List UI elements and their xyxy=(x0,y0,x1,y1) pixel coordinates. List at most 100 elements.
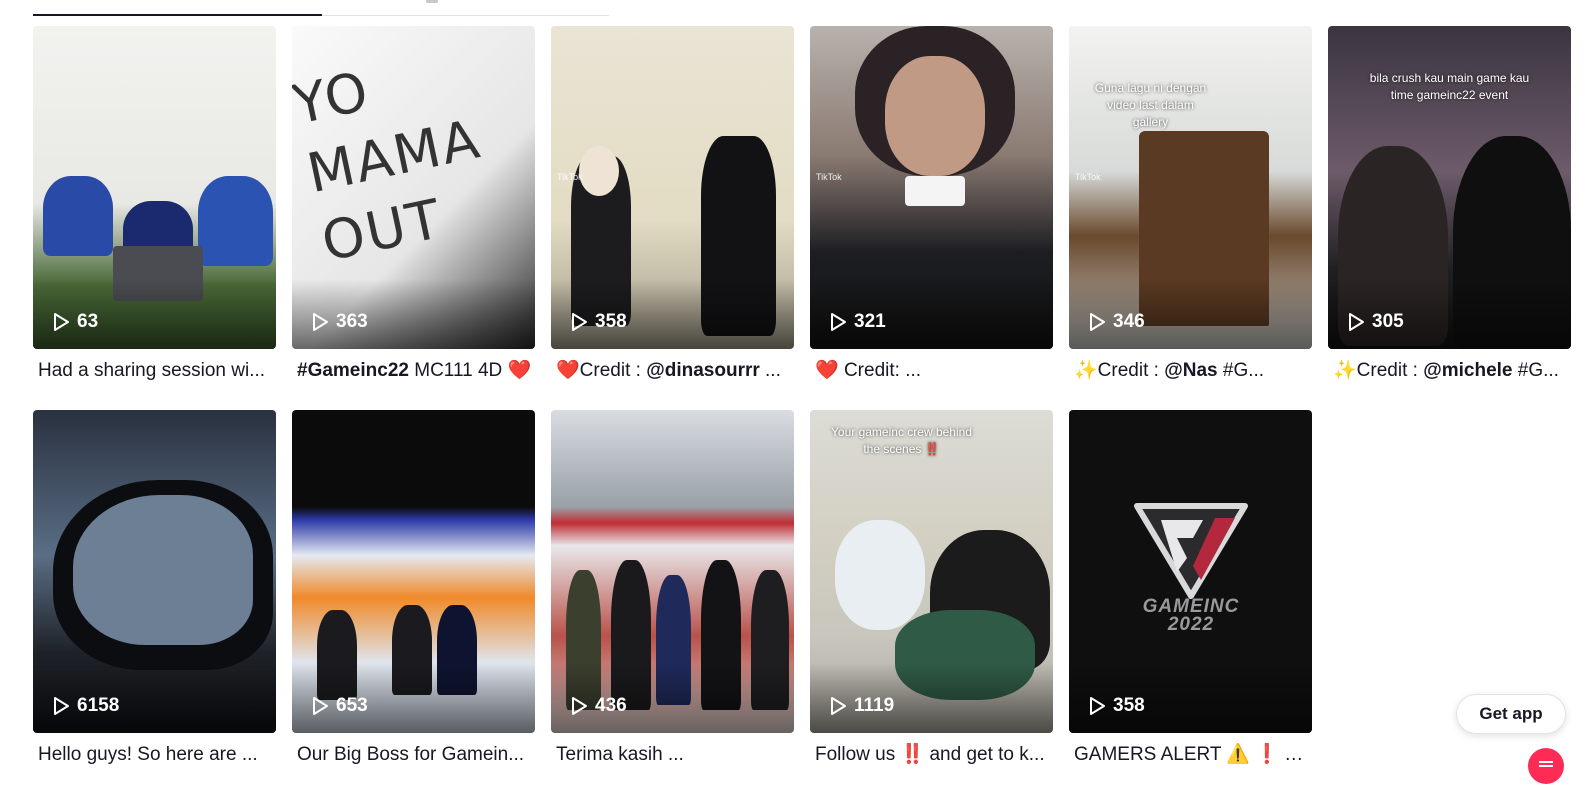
video-card[interactable]: 653 Our Big Boss for Gamein... xyxy=(292,410,535,767)
caption-text-tail: #G... xyxy=(1512,360,1559,381)
view-count: 363 xyxy=(310,311,368,333)
tab-videos-active-indicator[interactable] xyxy=(33,14,322,16)
video-card[interactable]: GAMEINC 2022 358 GAMERS ALERT ⚠️ ❗ #... xyxy=(1069,410,1312,767)
sparkles-icon: ✨ xyxy=(1333,360,1357,381)
caption-text: Follow us ‼️ and get to k... xyxy=(815,744,1045,765)
play-icon xyxy=(54,697,69,715)
play-icon xyxy=(1349,313,1364,331)
video-card[interactable]: TikTok 358 ❤️Credit : @dinasourrr ... xyxy=(551,26,794,383)
video-card[interactable]: 63 Had a sharing session wi... xyxy=(33,26,276,383)
video-thumbnail[interactable]: bila crush kau main game kau time gamein… xyxy=(1328,26,1571,349)
video-caption[interactable]: ❤️ Credit: ... xyxy=(810,359,1051,383)
caption-mention[interactable]: @dinasourrr xyxy=(646,360,760,381)
video-thumbnail[interactable]: TikTok 358 xyxy=(551,26,794,349)
play-icon xyxy=(831,697,846,715)
caption-text-tail: #G... xyxy=(1217,360,1265,381)
video-caption[interactable]: Our Big Boss for Gamein... xyxy=(292,743,533,767)
caption-text: Credit : xyxy=(579,360,647,381)
view-count-value: 363 xyxy=(336,311,368,332)
video-caption[interactable]: Hello guys! So here are ... xyxy=(33,743,274,767)
video-thumbnail[interactable]: Guna lagu ni dengan video last dalam gal… xyxy=(1069,26,1312,349)
tab-liked-icon[interactable] xyxy=(426,0,438,3)
view-count-value: 653 xyxy=(336,695,368,716)
caption-text: Our Big Boss for Gamein... xyxy=(297,744,525,765)
view-count-value: 436 xyxy=(595,695,627,716)
view-count: 63 xyxy=(51,311,98,333)
heart-icon: ❤️ xyxy=(815,360,839,381)
get-app-label: Get app xyxy=(1479,704,1543,723)
video-caption[interactable]: ✨Credit : @Nas #G... xyxy=(1069,359,1310,383)
view-count: 653 xyxy=(310,695,368,717)
tiktok-watermark: TikTok xyxy=(557,172,583,182)
video-thumbnail[interactable]: 63 xyxy=(33,26,276,349)
view-count: 358 xyxy=(569,311,627,333)
sparkles-icon: ✨ xyxy=(1074,360,1098,381)
tiktok-watermark: TikTok xyxy=(816,172,842,182)
caption-text-tail: ... xyxy=(759,360,781,381)
view-count-value: 346 xyxy=(1113,311,1145,332)
video-caption[interactable]: ✨Credit : @michele #G... xyxy=(1328,359,1563,383)
video-caption[interactable]: Had a sharing session wi... xyxy=(33,359,274,383)
caption-text: Hello guys! So here are ... xyxy=(38,744,258,765)
thumbnail-handwriting: YO MAMA OUT xyxy=(292,59,487,274)
video-thumbnail[interactable]: 653 xyxy=(292,410,535,733)
video-overlay-text: Guna lagu ni dengan video last dalam gal… xyxy=(1094,81,1207,129)
play-icon xyxy=(831,313,846,331)
video-thumbnail[interactable]: 436 xyxy=(551,410,794,733)
play-icon xyxy=(54,313,69,331)
profile-tab-bar xyxy=(33,0,609,16)
play-icon xyxy=(572,697,587,715)
video-caption[interactable]: Follow us ‼️ and get to k... xyxy=(810,743,1051,767)
gameinc-logo-mark xyxy=(1134,503,1248,599)
video-card[interactable]: bila crush kau main game kau time gamein… xyxy=(1328,26,1571,383)
caption-mention[interactable]: @Nas xyxy=(1164,360,1217,381)
view-count: 305 xyxy=(1346,311,1404,333)
caption-text: Terima kasih ... xyxy=(556,744,684,765)
view-count: 358 xyxy=(1087,695,1145,717)
view-count-value: 358 xyxy=(1113,695,1145,716)
view-count-value: 63 xyxy=(77,311,99,332)
view-count: 1119 xyxy=(828,695,894,717)
scroll-to-top-button[interactable] xyxy=(1528,748,1564,784)
video-thumbnail[interactable]: 6158 xyxy=(33,410,276,733)
video-card[interactable]: 6158 Hello guys! So here are ... xyxy=(33,410,276,767)
gameinc-logo: GAMEINC 2022 xyxy=(1131,500,1251,640)
video-card[interactable]: Guna lagu ni dengan video last dalam gal… xyxy=(1069,26,1312,383)
tiktok-watermark: TikTok xyxy=(1075,172,1101,182)
view-count: 321 xyxy=(828,311,886,333)
view-count-value: 358 xyxy=(595,311,627,332)
view-count: 6158 xyxy=(51,695,119,717)
video-card[interactable]: 436 Terima kasih ... xyxy=(551,410,794,767)
play-icon xyxy=(1090,313,1105,331)
view-count: 346 xyxy=(1087,311,1145,333)
caption-hashtag[interactable]: #Gameinc22 xyxy=(297,360,409,381)
get-app-button[interactable]: Get app xyxy=(1456,694,1566,734)
view-count-value: 305 xyxy=(1372,311,1404,332)
video-caption[interactable]: #Gameinc22 MC111 4D ❤️ xyxy=(292,359,533,383)
video-caption[interactable]: Terima kasih ... xyxy=(551,743,792,767)
video-grid: 63 Had a sharing session wi... YO MAMA O… xyxy=(33,26,1595,786)
caption-text: Credit : xyxy=(1097,360,1165,381)
view-count: 436 xyxy=(569,695,627,717)
play-icon xyxy=(313,697,328,715)
menu-icon xyxy=(1539,765,1553,767)
video-thumbnail[interactable]: YO MAMA OUT 363 xyxy=(292,26,535,349)
video-caption[interactable]: ❤️Credit : @dinasourrr ... xyxy=(551,359,792,383)
video-card[interactable]: Your gameinc crew behind the scenes ‼️ 1… xyxy=(810,410,1053,767)
video-thumbnail[interactable]: Your gameinc crew behind the scenes ‼️ 1… xyxy=(810,410,1053,733)
caption-mention[interactable]: @michele xyxy=(1423,360,1512,381)
heart-icon: ❤️ xyxy=(556,360,580,381)
view-count-value: 321 xyxy=(854,311,886,332)
video-overlay-text: Your gameinc crew behind the scenes ‼️ xyxy=(831,425,972,456)
video-card[interactable]: TikTok 321 ❤️ Credit: ... xyxy=(810,26,1053,383)
view-count-value: 6158 xyxy=(77,695,120,716)
view-count-value: 1119 xyxy=(854,695,895,716)
gameinc-logo-text: GAMEINC 2022 xyxy=(1142,596,1240,635)
video-overlay-text: bila crush kau main game kau time gamein… xyxy=(1369,71,1530,102)
video-thumbnail[interactable]: GAMEINC 2022 358 xyxy=(1069,410,1312,733)
video-caption[interactable]: GAMERS ALERT ⚠️ ❗ #... xyxy=(1069,743,1310,767)
caption-text: MC111 4D ❤️ xyxy=(408,360,532,381)
video-thumbnail[interactable]: TikTok 321 xyxy=(810,26,1053,349)
play-icon xyxy=(1090,697,1105,715)
video-card[interactable]: YO MAMA OUT 363 #Gameinc22 MC111 4D ❤️ xyxy=(292,26,535,383)
